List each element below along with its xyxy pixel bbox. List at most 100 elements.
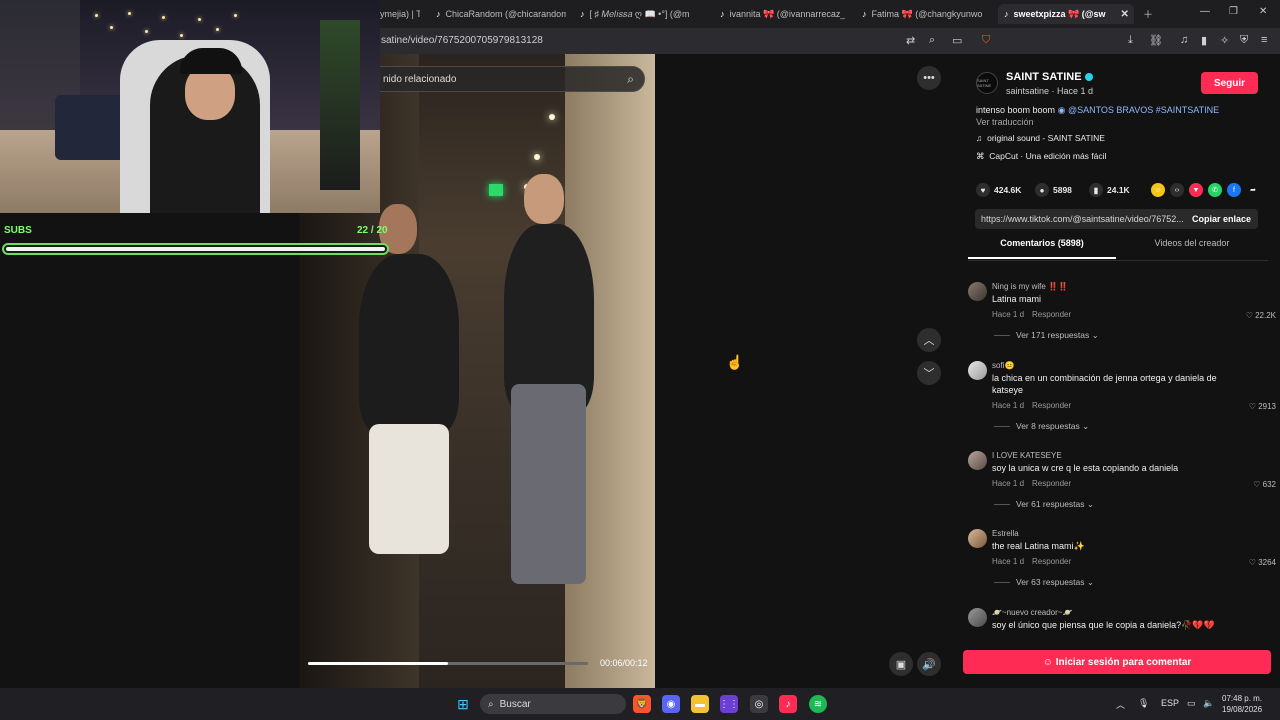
comment-button[interactable]: ● 5898 [1035,183,1072,197]
comment-like[interactable]: ♡ 3264 [1249,558,1276,567]
comment-like[interactable]: ♡ 22.2K [1246,311,1276,320]
reply-button[interactable]: Responder [1032,557,1071,566]
spotify-icon[interactable]: ≋ [809,695,827,713]
file-explorer-icon[interactable]: ▬ [691,695,709,713]
comment-like[interactable]: ♡ 632 [1253,480,1276,489]
view-replies[interactable]: Ver 61 respuestas ⌄ [994,499,1094,510]
taskbar-search-text: Buscar [499,698,531,710]
taskbar-clock[interactable]: 07:48 p. m. 19/08/2026 [1222,693,1262,715]
comment-username[interactable]: Estrella [992,529,1019,538]
download-icon[interactable]: ⤓ [1128,34,1133,47]
like-button[interactable]: ♥ 424.6K [976,183,1021,197]
comment-avatar[interactable] [968,282,987,301]
view-replies-text: Ver 63 respuestas [1016,577,1085,587]
window-close-icon[interactable]: ✕ [1259,6,1267,17]
reply-button[interactable]: Responder [1032,310,1071,319]
tab-label: ymejia) | T [380,9,420,19]
save-button[interactable]: ▮ 24.1K [1089,183,1130,197]
creator-avatar[interactable]: SAINT SATINE [976,72,998,94]
share-arrow-icon[interactable]: ➦ [1246,183,1260,197]
comment-username[interactable]: I LOVE KATESEYE [992,451,1062,460]
reply-button[interactable]: Responder [1032,401,1071,410]
volume-icon[interactable]: 🔊 [917,652,941,676]
heart-outline-icon: ♡ [1248,402,1256,411]
comment-avatar[interactable] [968,608,987,627]
comment-text: soy el único que piensa que le copia a d… [992,620,1215,630]
browser-tab[interactable]: ♪ ivannita 🎀 (@ivannarrecaz_) | [720,4,845,24]
whatsapp-icon[interactable]: ✆ [1208,183,1222,197]
facebook-icon[interactable]: f [1227,183,1241,197]
video-link-field[interactable]: https://www.tiktok.com/@saintsatine/vide… [975,209,1185,229]
comment-username[interactable]: 🪐~nuevo creador~🪐 [992,608,1072,617]
brave-icon[interactable]: 🦁 [633,695,651,713]
browser-tab[interactable]: ymejia) | T [380,4,420,24]
comment-avatar[interactable] [968,451,987,470]
taskbar-search[interactable]: ⌕ Buscar [480,694,626,714]
view-replies[interactable]: Ver 8 respuestas ⌄ [994,421,1089,432]
copy-link-button[interactable]: Copiar enlace [1185,209,1258,229]
speaker-icon[interactable]: 🔈 [1203,698,1214,709]
leo-icon[interactable]: ✧ [1220,34,1229,47]
close-icon[interactable]: ✕ [1121,9,1129,20]
pip-icon[interactable]: ▣ [889,652,913,676]
more-options-icon[interactable]: ••• [917,66,941,90]
network-icon[interactable]: ▭ [1187,698,1196,709]
comment-username[interactable]: Ning is my wife ‼️‼️ [992,282,1068,291]
tray-chevron-icon[interactable]: ︿ [1116,698,1125,711]
new-tab-icon[interactable]: ＋ [1143,6,1153,21]
menu-icon[interactable]: ≡ [1261,34,1267,46]
sidebar-icon[interactable]: ▮ [1201,34,1207,47]
browser-tab[interactable]: ♪ ChicaRandom (@chicarandom [436,4,566,24]
view-replies[interactable]: Ver 63 respuestas ⌄ [994,577,1094,588]
previous-video-button[interactable]: ︿ [917,328,941,352]
zoom-icon[interactable]: ⌕ [929,34,935,47]
desc-tags[interactable]: @SANTOS BRAVOS #SAINTSATINE [1068,105,1219,115]
video-time: 00:06/00:12 [600,658,648,668]
emoji-share-icon[interactable]: ☺ [1151,183,1165,197]
capcut-link[interactable]: ⌘ CapCut · Una edición más fácil [976,151,1106,162]
cast-icon[interactable]: ▭ [952,34,962,47]
video-progress-bar[interactable] [308,662,588,665]
save-count: 24.1K [1107,185,1130,195]
discord-icon[interactable]: ◉ [662,695,680,713]
apps-grid-icon[interactable]: ⋮⋮ [719,695,739,713]
sound-link[interactable]: ♫ original sound - SAINT SATINE [976,133,1105,143]
vpn-icon[interactable]: ⛨ [1240,34,1248,47]
dancer-pants [511,384,586,584]
brave-shield-icon[interactable]: ⛉ [982,34,990,47]
url-field[interactable]: satine/video/7675200705979813128 [381,35,543,46]
tabs-divider [968,260,1268,261]
minimize-icon[interactable]: — [1200,6,1210,17]
creator-meta: saintsatine · Hace 1 d [1006,86,1094,96]
embed-icon[interactable]: ‹› [1170,183,1184,197]
browser-tab[interactable]: ♪ Fatima 🎀 (@changkyunwo [862,4,990,24]
search-input[interactable]: nido relacionado [383,74,456,85]
language-indicator[interactable]: ESP [1161,698,1179,708]
link-icon[interactable]: ⛓ [1149,34,1163,47]
follow-button[interactable]: Seguir [1201,72,1258,94]
comment-username[interactable]: sofi😐 [992,361,1014,370]
send-icon[interactable]: ▼ [1189,183,1203,197]
tiktok-live-icon[interactable]: ♪ [779,695,797,713]
reply-button[interactable]: Responder [1032,479,1071,488]
comment-avatar[interactable] [968,361,987,380]
browser-tab-active[interactable]: ♪ sweetxpizza 🎀 (@sw ✕ [998,4,1134,24]
browser-tab[interactable]: ♪ [ ♯ 𝑀𝑒𝑙𝑖𝑠𝑠𝑎 ღ 📖 •°] (@m [580,4,705,24]
comment-like[interactable]: ♡ 2913 [1249,402,1276,411]
media-icon[interactable]: ♫ [1180,34,1188,46]
maximize-icon[interactable]: ❐ [1229,6,1238,17]
view-replies[interactable]: Ver 171 respuestas ⌄ [994,330,1099,341]
login-to-comment-button[interactable]: ☺ Iniciar sesión para comentar [963,650,1271,674]
related-search-box[interactable]: nido relacionado ⌕ [370,66,645,92]
windows-start-icon[interactable]: ⊞ [454,695,472,713]
translate-icon[interactable]: ⇄ [906,34,915,47]
search-icon[interactable]: ⌕ [627,72,634,87]
obs-icon[interactable]: ◎ [750,695,768,713]
microphone-icon[interactable]: 🎙 [1138,698,1149,709]
tab-creator-videos[interactable]: Videos del creador [1118,238,1266,259]
tab-comments[interactable]: Comentarios (5898) [968,238,1116,259]
translate-link[interactable]: Ver traducción [976,117,1034,127]
next-video-button[interactable]: ﹀ [917,361,941,385]
comment-avatar[interactable] [968,529,987,548]
creator-name[interactable]: SAINT SATINE [1006,71,1093,83]
